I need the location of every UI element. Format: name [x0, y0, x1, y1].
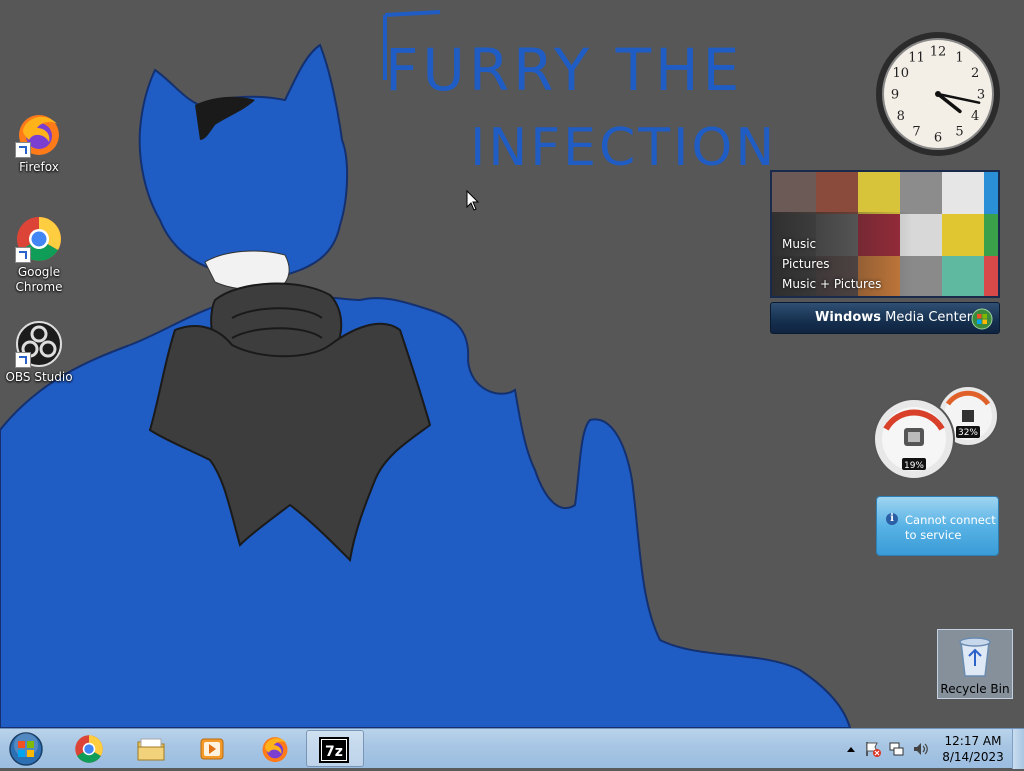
clock-numeral: 12	[930, 45, 947, 60]
memory-percent: 32%	[958, 428, 978, 438]
action-center-flag-icon[interactable]	[864, 740, 882, 758]
obs-icon	[15, 320, 63, 368]
cpu-percent: 19%	[904, 461, 924, 471]
chrome-icon	[15, 215, 63, 263]
weather-message: Cannot connect to service	[905, 513, 996, 542]
taskbar: 7z 12:17 AM 8/14/2023	[0, 728, 1024, 769]
folder-icon	[136, 734, 166, 764]
windows-orb-icon	[971, 308, 993, 330]
clock-numeral: 10	[893, 66, 910, 81]
network-icon[interactable]	[888, 740, 906, 758]
media-player-icon	[198, 734, 228, 764]
recycle-bin-icon	[955, 634, 995, 678]
media-center-menu-music-pictures[interactable]: Music + Pictures	[782, 274, 881, 294]
media-center-menu-music[interactable]: Music	[782, 234, 881, 254]
media-center-tiles[interactable]: Music Pictures Music + Pictures	[770, 170, 1000, 298]
taskbar-7zip-button[interactable]: 7z	[306, 730, 364, 767]
desktop-icon-recycle-bin[interactable]: Recycle Bin	[937, 629, 1013, 699]
brand-rest: Media Center	[881, 310, 973, 325]
clock-numeral: 7	[912, 125, 920, 140]
taskbar-date: 8/14/2023	[942, 750, 1004, 764]
media-center-brand-bar[interactable]: Windows Media Center	[770, 302, 1000, 334]
7zip-icon: 7z	[319, 735, 349, 765]
media-center-brand: Windows Media Center	[815, 310, 972, 325]
clock-numeral: 5	[955, 125, 963, 140]
brand-bold: Windows	[815, 310, 882, 325]
7zip-label: 7z	[325, 744, 343, 760]
clock-numeral: 11	[908, 50, 925, 65]
desktop[interactable]: FURRY THE INFECTION Firefox Google Chrom…	[0, 0, 1024, 728]
wallpaper-title-line2: INFECTION	[470, 118, 777, 178]
info-icon: i	[886, 513, 898, 525]
taskbar-firefox-button[interactable]	[246, 730, 304, 767]
clock-numeral: 6	[934, 131, 942, 146]
taskbar-explorer-button[interactable]	[122, 730, 180, 767]
mouse-cursor-icon	[466, 190, 480, 211]
show-hidden-icons-icon[interactable]	[846, 745, 856, 753]
desktop-icon-label: OBS Studio	[5, 370, 73, 384]
cpu-meter-gadget[interactable]: 19% 32%	[872, 384, 1002, 484]
taskbar-time: 12:17 AM	[944, 734, 1002, 748]
wallpaper: FURRY THE INFECTION	[0, 0, 1024, 728]
show-desktop-button[interactable]	[1012, 729, 1024, 769]
clock-numeral: 4	[971, 109, 979, 124]
clock-numeral: 9	[891, 88, 899, 103]
firefox-icon	[260, 734, 290, 764]
weather-gadget[interactable]: i Cannot connect to service	[876, 496, 999, 556]
media-center-menu: Music Pictures Music + Pictures	[782, 234, 881, 294]
wallpaper-title-line1: FURRY THE	[385, 36, 743, 104]
volume-icon[interactable]	[912, 740, 930, 758]
clock-numeral: 3	[977, 88, 985, 103]
clock-numeral: 2	[971, 66, 979, 81]
clock-gadget[interactable]: 12 1 2 3 4 5 6 7 8 9 10 11	[874, 30, 1002, 158]
chrome-icon	[74, 734, 104, 764]
taskbar-chrome-button[interactable]	[60, 730, 118, 767]
clock-numeral: 1	[955, 50, 963, 65]
desktop-icon-firefox[interactable]: Firefox	[1, 110, 77, 175]
desktop-icon-chrome[interactable]: Google Chrome	[1, 215, 77, 295]
windows-start-icon	[9, 732, 43, 766]
media-center-menu-pictures[interactable]: Pictures	[782, 254, 881, 274]
desktop-icon-label: Firefox	[19, 160, 59, 174]
media-center-gadget[interactable]: Music Pictures Music + Pictures Windows …	[770, 170, 1000, 336]
taskbar-media-player-button[interactable]	[184, 730, 242, 767]
start-button[interactable]	[6, 731, 46, 767]
recycle-bin-label: Recycle Bin	[940, 682, 1010, 696]
clock-numeral: 8	[897, 109, 905, 124]
desktop-icon-label: Google Chrome	[15, 265, 63, 294]
clock-face: 12 12 3 45678 9 1011	[876, 32, 1000, 156]
desktop-icon-obs[interactable]: OBS Studio	[1, 320, 77, 385]
taskbar-clock[interactable]: 12:17 AM 8/14/2023	[936, 733, 1010, 765]
firefox-icon	[15, 110, 63, 158]
